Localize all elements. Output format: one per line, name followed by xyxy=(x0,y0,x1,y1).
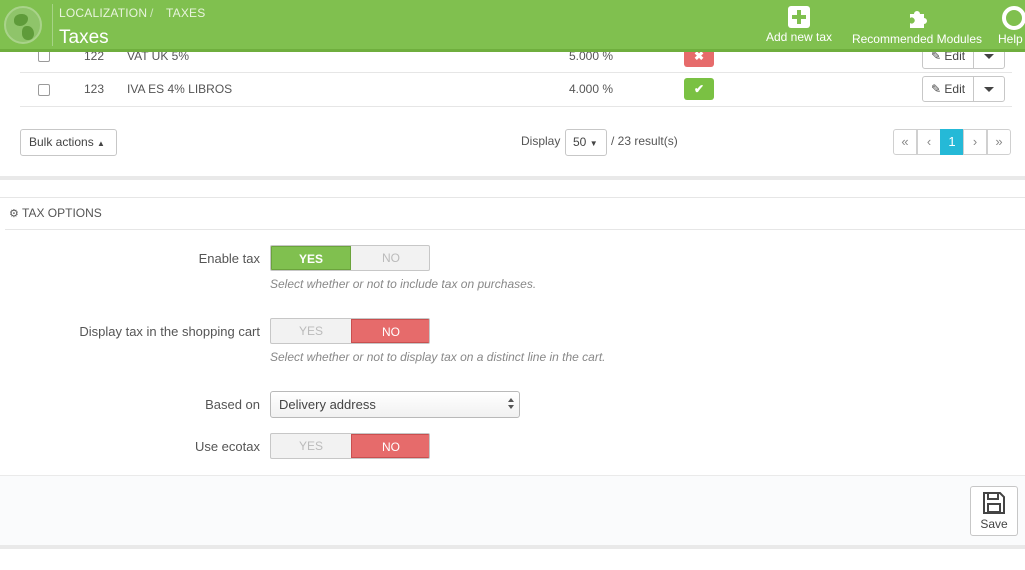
use-ecotax-label: Use ecotax xyxy=(194,439,260,454)
cogs-icon: ⚙ xyxy=(9,208,19,220)
page-header: LOCALIZATION / TAXES Taxes Add new tax R… xyxy=(0,0,1025,52)
per-page-value: 50 xyxy=(573,135,587,149)
panel-heading-divider xyxy=(5,229,1025,230)
per-page-select[interactable]: 50 ▼ xyxy=(565,129,607,156)
header-divider xyxy=(52,4,53,46)
help-button[interactable]: Help xyxy=(998,6,1025,46)
page-title: Taxes xyxy=(59,27,109,48)
edit-button[interactable]: ✎ Edit xyxy=(923,77,975,101)
panel-heading: ⚙ TAX OPTIONS xyxy=(9,206,102,220)
puzzle-icon xyxy=(910,11,927,28)
panel-top-border xyxy=(0,197,1025,198)
display-tax-cart-label: Display tax in the shopping cart xyxy=(79,324,260,339)
enable-tax-help: Select whether or not to include tax on … xyxy=(270,277,537,291)
display-tax-cart-yes[interactable]: YES xyxy=(271,319,351,343)
status-enabled-check-icon[interactable]: ✔ xyxy=(684,78,714,100)
bulk-actions-button[interactable]: Bulk actions ▲ xyxy=(20,129,117,156)
tax-id: 123 xyxy=(84,82,105,96)
panel-divider xyxy=(0,176,1025,180)
save-label: Save xyxy=(980,517,1008,531)
add-new-tax-label: Add new tax xyxy=(765,30,833,44)
display-tax-cart-help: Select whether or not to display tax on … xyxy=(270,350,606,364)
first-page-button[interactable]: « xyxy=(893,129,917,155)
row-action-group: ✎ Edit xyxy=(922,76,1006,102)
enable-tax-no[interactable]: NO xyxy=(351,246,429,270)
enable-tax-toggle: YES NO xyxy=(270,245,430,271)
table-row[interactable]: 123 IVA ES 4% LIBROS 4.000 % ✔ ✎ Edit xyxy=(20,73,1012,107)
results-count: / 23 result(s) xyxy=(611,134,678,148)
save-button[interactable]: Save xyxy=(970,486,1018,536)
caret-up-icon: ▲ xyxy=(97,139,105,148)
prev-page-button[interactable]: ‹ xyxy=(917,129,941,155)
row-dropdown-toggle[interactable] xyxy=(974,77,1004,101)
breadcrumb-separator: / xyxy=(150,6,154,20)
based-on-value: Delivery address xyxy=(279,397,376,412)
panel-footer: Save xyxy=(0,475,1025,545)
breadcrumb-taxes[interactable]: TAXES xyxy=(166,6,205,20)
plus-icon xyxy=(788,6,810,28)
breadcrumb-localization[interactable]: LOCALIZATION xyxy=(59,6,147,20)
next-page-button[interactable]: › xyxy=(963,129,987,155)
panel-title: TAX OPTIONS xyxy=(22,206,102,220)
globe-land-shape xyxy=(14,14,28,26)
select-arrows-icon xyxy=(507,397,515,411)
logo-globe-icon[interactable] xyxy=(4,6,42,44)
enable-tax-yes[interactable]: YES xyxy=(271,246,351,270)
globe-land-shape xyxy=(22,26,34,40)
use-ecotax-toggle: YES NO xyxy=(270,433,430,459)
use-ecotax-no[interactable]: NO xyxy=(351,434,429,458)
last-page-button[interactable]: » xyxy=(987,129,1011,155)
display-label: Display xyxy=(521,134,561,148)
based-on-label: Based on xyxy=(205,397,260,412)
recommended-modules-button[interactable]: Recommended Modules xyxy=(846,6,988,46)
floppy-disk-icon xyxy=(983,492,1005,514)
add-new-tax-button[interactable]: Add new tax xyxy=(762,6,836,44)
display-tax-cart-toggle: YES NO xyxy=(270,318,430,344)
based-on-select[interactable]: Delivery address xyxy=(270,391,520,418)
lifebuoy-icon xyxy=(1002,6,1025,30)
edit-label: Edit xyxy=(944,82,966,96)
caret-down-icon: ▼ xyxy=(589,139,598,148)
row-checkbox[interactable] xyxy=(38,84,50,96)
tax-name: IVA ES 4% LIBROS xyxy=(127,82,233,96)
bulk-actions-label: Bulk actions xyxy=(29,135,94,149)
recommended-modules-label: Recommended Modules xyxy=(851,32,983,46)
display-tax-cart-no[interactable]: NO xyxy=(351,319,429,343)
help-label: Help xyxy=(998,32,1023,46)
page-1-button[interactable]: 1 xyxy=(940,129,964,155)
enable-tax-label: Enable tax xyxy=(198,251,260,266)
tax-rate: 4.000 % xyxy=(569,82,614,96)
panel-bottom-border xyxy=(0,545,1025,549)
use-ecotax-yes[interactable]: YES xyxy=(271,434,351,458)
